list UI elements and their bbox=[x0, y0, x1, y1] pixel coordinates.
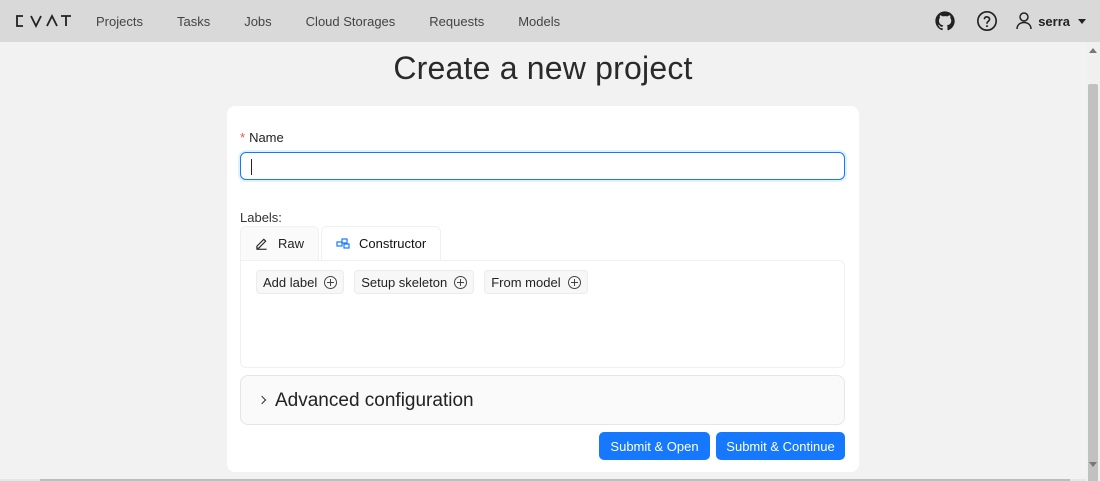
scroll-up-icon[interactable] bbox=[1089, 48, 1097, 53]
chevron-right-icon bbox=[257, 395, 267, 405]
user-menu[interactable]: serra bbox=[1016, 12, 1086, 30]
tab-raw-label: Raw bbox=[278, 236, 305, 251]
edit-icon bbox=[255, 237, 269, 251]
header-actions: serra bbox=[914, 0, 1086, 42]
caret-down-icon bbox=[1078, 18, 1086, 24]
setup-skeleton-button[interactable]: Setup skeleton bbox=[354, 270, 475, 294]
add-label-button[interactable]: Add label bbox=[256, 270, 345, 294]
top-header: Projects Tasks Jobs Cloud Storages Reque… bbox=[0, 0, 1100, 42]
advanced-configuration-panel[interactable]: Advanced configuration bbox=[240, 375, 845, 425]
from-model-button[interactable]: From model bbox=[484, 270, 588, 294]
tab-raw[interactable]: Raw bbox=[240, 226, 320, 260]
nav-jobs[interactable]: Jobs bbox=[244, 14, 271, 29]
add-label-text: Add label bbox=[263, 274, 318, 290]
plus-circle-icon bbox=[454, 275, 468, 289]
cvat-logo[interactable] bbox=[14, 13, 72, 29]
github-icon[interactable] bbox=[934, 10, 956, 32]
required-mark: * bbox=[240, 130, 246, 145]
name-input[interactable] bbox=[240, 152, 845, 180]
text-cursor bbox=[251, 159, 252, 175]
help-icon[interactable] bbox=[976, 10, 998, 32]
create-project-form: * Name Labels: Raw Constructor Add label … bbox=[227, 106, 859, 472]
build-icon bbox=[336, 237, 350, 251]
user-icon bbox=[1016, 12, 1032, 30]
labels-tabs: Raw Constructor bbox=[240, 226, 443, 260]
plus-circle-icon bbox=[567, 275, 581, 289]
nav-requests[interactable]: Requests bbox=[429, 14, 484, 29]
from-model-text: From model bbox=[491, 274, 561, 290]
nav-tasks[interactable]: Tasks bbox=[177, 14, 210, 29]
nav-models[interactable]: Models bbox=[518, 14, 560, 29]
advanced-configuration-title: Advanced configuration bbox=[275, 390, 474, 411]
name-label-text: Name bbox=[249, 130, 284, 145]
plus-circle-icon bbox=[324, 275, 338, 289]
submit-open-button[interactable]: Submit & Open bbox=[599, 432, 710, 460]
setup-skeleton-text: Setup skeleton bbox=[361, 274, 448, 290]
labels-label: Labels: bbox=[240, 210, 282, 225]
scroll-down-icon[interactable] bbox=[1089, 462, 1097, 467]
constructor-panel: Add label Setup skeleton From model bbox=[240, 260, 845, 368]
username: serra bbox=[1038, 13, 1070, 29]
vertical-scrollbar[interactable] bbox=[1086, 42, 1100, 481]
name-label: * Name bbox=[240, 130, 284, 145]
page-title: Create a new project bbox=[393, 50, 693, 86]
tab-constructor-label: Constructor bbox=[359, 236, 427, 251]
constructor-actions: Add label Setup skeleton From model bbox=[256, 270, 598, 294]
tab-constructor[interactable]: Constructor bbox=[321, 226, 442, 260]
nav-cloud-storages[interactable]: Cloud Storages bbox=[306, 14, 396, 29]
main-nav: Projects Tasks Jobs Cloud Storages Reque… bbox=[96, 0, 594, 42]
nav-projects[interactable]: Projects bbox=[96, 14, 143, 29]
scroll-thumb[interactable] bbox=[1088, 84, 1098, 481]
submit-continue-button[interactable]: Submit & Continue bbox=[716, 432, 845, 460]
